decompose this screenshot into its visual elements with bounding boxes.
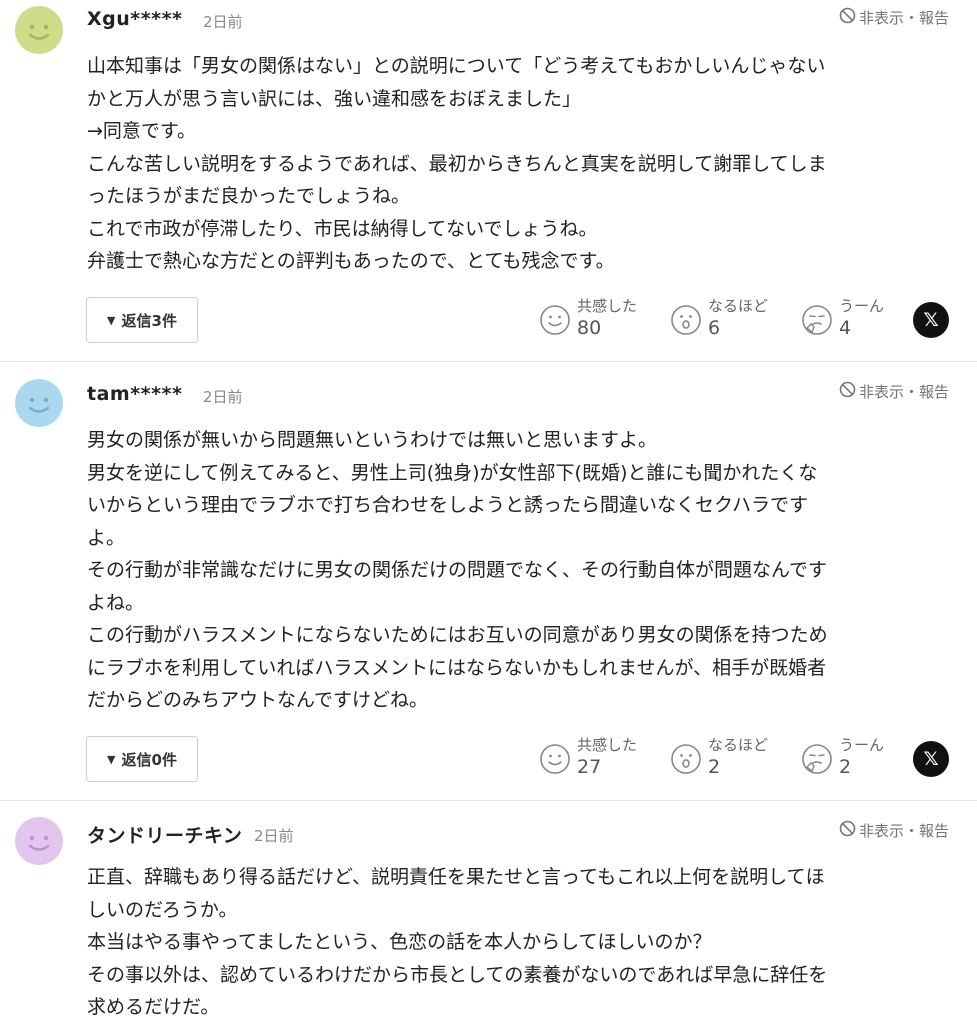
comment-body: 男女の関係が無いから問題無いというわけでは無いと思いますよ。 男女を逆にして例え… — [87, 424, 957, 717]
reply-button[interactable]: ▼ 返信0件 — [86, 736, 198, 782]
comment-line: こんな苦しい説明をするようであれば、最初からきちんと真実を説明して謝罪してしま — [87, 152, 827, 175]
avatar — [15, 6, 63, 54]
hide-report-label: 非表示・報告 — [858, 822, 949, 840]
user-name[interactable]: タンドリーチキン — [87, 821, 242, 848]
hide-report-label: 非表示・報告 — [858, 9, 949, 27]
user-name[interactable]: tam***** — [87, 383, 182, 405]
comment-line: いからという理由でラブホで打ち合わせをしようと誘ったら間違いなくセクハラです — [87, 494, 809, 516]
comment-line: だからどのみちアウトなんですけどね。 — [87, 689, 429, 711]
surprised-face-icon — [671, 305, 701, 335]
hide-report-link[interactable]: 非表示・報告 — [839, 381, 949, 402]
reaction-count: 2 — [708, 756, 721, 778]
surprised-face-icon — [671, 744, 701, 774]
comment-line: これで市政が停滞したり、市民は納得してないでしょうね。 — [87, 217, 598, 240]
comment-line: 男女の関係が無いから問題無いというわけでは無いと思いますよ。 — [87, 429, 658, 451]
comment-line: 山本知事は「男女の関係はない」との説明について「どう考えてもおかしいんじゃない — [87, 55, 826, 77]
comment-line: 男女を逆にして例えてみると、男性上司(独身)が女性部下(既婚)と誰にも聞かれたく… — [87, 461, 818, 484]
reaction-hmm[interactable]: うーん 4 — [801, 296, 884, 340]
time-ago: 2日前 — [203, 388, 243, 406]
reaction-hmm[interactable]: うーん 2 — [801, 735, 884, 779]
reply-label: 返信0件 — [121, 750, 177, 769]
reply-button[interactable]: ▼ 返信3件 — [86, 297, 198, 343]
block-icon — [839, 381, 856, 402]
comment-line: にラブホを利用していればハラスメントにはならないかもしれませんが、相手が既婚者 — [87, 656, 827, 679]
hide-report-link[interactable]: 非表示・報告 — [839, 820, 949, 841]
comment-line: その行動が非常識なだけに男女の関係だけの問題でなく、その行動自体が問題なんです — [87, 559, 828, 581]
comment-body: 正直、辞職もあり得る話だけど、説明責任を果たせと言ってもこれ以上何を説明してほ … — [87, 861, 957, 1024]
reaction-label: 共感した — [577, 736, 638, 754]
reaction-label: うーん — [839, 297, 885, 315]
block-icon — [839, 7, 856, 28]
reaction-count: 80 — [577, 317, 602, 339]
comment-line: しいのだろうか。 — [87, 898, 238, 921]
reaction-count: 27 — [577, 756, 602, 778]
reaction-empathy[interactable]: 共感した 27 — [539, 735, 637, 779]
divider — [0, 800, 977, 801]
comment-line: 求めるだけだ。 — [87, 996, 220, 1018]
comment-line: 本当はやる事やってましたという、色恋の話を本人からしてほしいのか？ — [87, 931, 712, 953]
comment-body: 山本知事は「男女の関係はない」との説明について「どう考えてもおかしいんじゃない … — [87, 50, 957, 278]
x-share-button[interactable]: 𝕏 — [913, 741, 949, 777]
reaction-insightful[interactable]: なるほど 2 — [670, 735, 768, 779]
reaction-empathy[interactable]: 共感した 80 — [539, 296, 637, 340]
divider — [0, 361, 977, 362]
comment-line: →同意です。 — [87, 120, 197, 142]
hide-report-link[interactable]: 非表示・報告 — [839, 7, 949, 28]
comment-line: よね。 — [87, 591, 145, 614]
time-ago: 2日前 — [203, 13, 243, 31]
reaction-count: 4 — [839, 317, 852, 339]
user-name[interactable]: Xgu***** — [87, 8, 182, 30]
comment-line: 弁護士で熱心な方だとの評判もあったので、とても残念です。 — [87, 250, 615, 272]
reaction-label: なるほど — [708, 736, 769, 754]
block-icon — [839, 820, 856, 841]
comment-line: この行動がハラスメントにならないためにはお互いの同意があり男女の関係を持つため — [87, 624, 828, 646]
x-share-button[interactable]: 𝕏 — [913, 302, 949, 338]
reaction-count: 6 — [708, 317, 721, 339]
thinking-face-icon — [802, 744, 832, 774]
reaction-count: 2 — [839, 756, 852, 778]
smile-face-icon — [540, 305, 570, 335]
reaction-label: 共感した — [577, 297, 638, 315]
smile-face-icon — [540, 744, 570, 774]
time-ago: 2日前 — [254, 827, 294, 845]
hide-report-label: 非表示・報告 — [858, 383, 949, 401]
comment-line: 正直、辞職もあり得る話だけど、説明責任を果たせと言ってもこれ以上何を説明してほ — [87, 866, 825, 888]
reply-label: 返信3件 — [121, 311, 177, 330]
comment-line: ったほうがまだ良かったでしょうね。 — [87, 185, 411, 207]
reaction-label: なるほど — [708, 297, 769, 315]
avatar — [15, 379, 63, 427]
avatar — [15, 817, 63, 865]
reaction-insightful[interactable]: なるほど 6 — [670, 296, 768, 340]
reaction-label: うーん — [839, 736, 885, 754]
comment-line: よ。 — [87, 526, 126, 549]
triangle-down-icon: ▼ — [107, 752, 116, 766]
thinking-face-icon — [802, 305, 832, 335]
comment-line: かと万人が思う言い訳には、強い違和感をおぼえました」 — [87, 87, 582, 110]
triangle-down-icon: ▼ — [107, 313, 116, 327]
comment-line: その事以外は、認めているわけだから市長としての素養がないのであれば早急に辞任を — [87, 963, 828, 986]
